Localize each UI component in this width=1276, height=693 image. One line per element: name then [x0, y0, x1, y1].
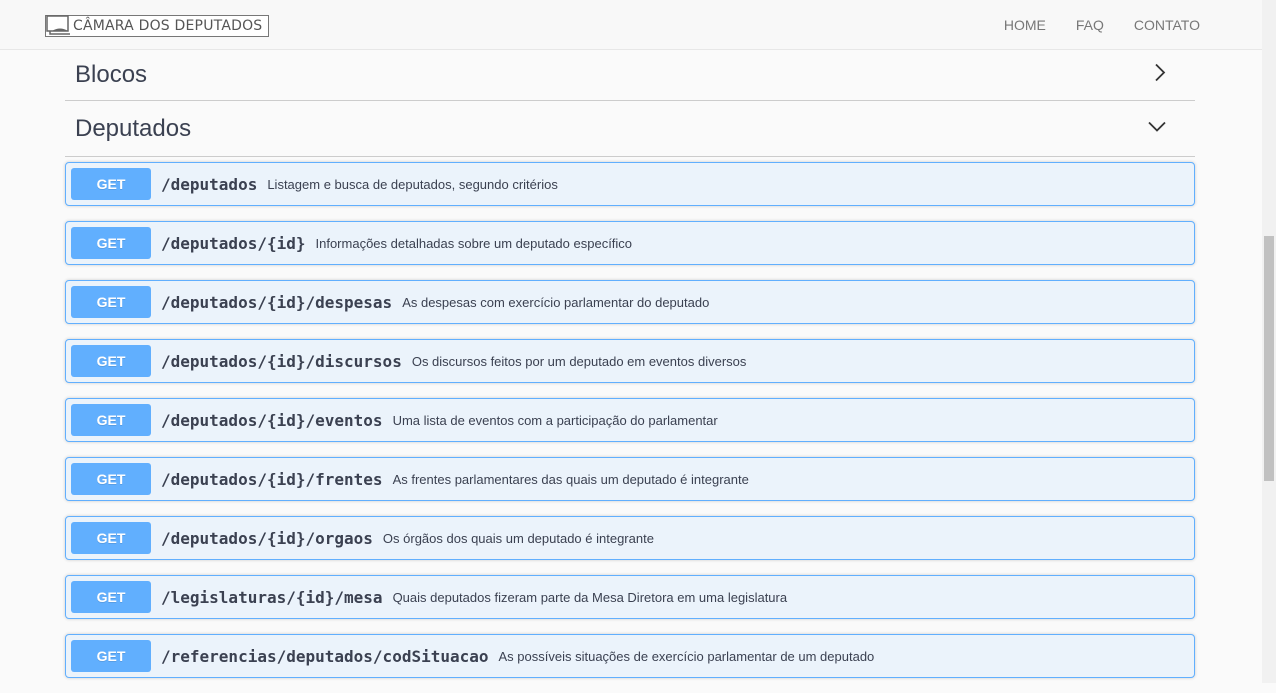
operation-row[interactable]: GET /deputados/{id}/discursos Os discurs…	[65, 339, 1195, 383]
operations-list: GET /deputados Listagem e busca de deput…	[65, 162, 1195, 678]
operation-description: Uma lista de eventos com a participação …	[392, 412, 718, 428]
operation-row[interactable]: GET /legislaturas/{id}/mesa Quais deputa…	[65, 575, 1195, 619]
operation-description: As despesas com exercício parlamentar do…	[402, 294, 710, 310]
operation-description: Os discursos feitos por um deputado em e…	[411, 353, 747, 369]
method-badge: GET	[71, 581, 151, 613]
operation-description: Informações detalhadas sobre um deputado…	[315, 235, 633, 251]
brand-text: CÂMARA DOS DEPUTADOS	[73, 18, 263, 34]
api-docs-main: Blocos Deputados GET /deputados Listagem…	[65, 50, 1195, 693]
operation-row[interactable]: GET /referencias/deputados/codSituacao A…	[65, 634, 1195, 678]
method-badge: GET	[71, 640, 151, 672]
operation-path: /deputados/{id}/despesas	[161, 292, 393, 312]
operation-row[interactable]: GET /deputados/{id}/despesas As despesas…	[65, 280, 1195, 324]
operation-path: /deputados/{id}	[161, 233, 306, 253]
nav-home-link[interactable]: HOME	[1004, 17, 1046, 33]
scrollbar-thumb[interactable]	[1264, 236, 1274, 481]
operation-row[interactable]: GET /deputados/{id} Informações detalhad…	[65, 221, 1195, 265]
section-blocos-header[interactable]: Blocos	[65, 50, 1195, 101]
method-badge: GET	[71, 168, 151, 200]
chevron-right-icon	[1153, 63, 1167, 88]
brand-logo-link[interactable]: CÂMARA DOS DEPUTADOS	[45, 15, 269, 37]
method-badge: GET	[71, 522, 151, 554]
top-navbar: CÂMARA DOS DEPUTADOS HOME FAQ CONTATO	[0, 0, 1262, 50]
nav-contato-link[interactable]: CONTATO	[1134, 17, 1200, 33]
operation-path: /deputados/{id}/eventos	[161, 410, 383, 430]
operation-description: Os órgãos dos quais um deputado é integr…	[382, 530, 654, 546]
operation-path: /referencias/deputados/codSituacao	[161, 646, 489, 666]
operation-path: /deputados	[161, 174, 258, 194]
section-title: Deputados	[75, 114, 192, 142]
section-title: Blocos	[75, 61, 148, 88]
operation-path: /legislaturas/{id}/mesa	[161, 587, 383, 607]
nav-faq-link[interactable]: FAQ	[1076, 17, 1104, 33]
chevron-down-icon	[1147, 119, 1167, 138]
main-nav: HOME FAQ CONTATO	[1004, 17, 1200, 33]
operation-row[interactable]: GET /deputados Listagem e busca de deput…	[65, 162, 1195, 206]
method-badge: GET	[71, 227, 151, 259]
operation-row[interactable]: GET /deputados/{id}/orgaos Os órgãos dos…	[65, 516, 1195, 560]
operation-description: Listagem e busca de deputados, segundo c…	[267, 176, 558, 192]
operation-row[interactable]: GET /deputados/{id}/frentes As frentes p…	[65, 457, 1195, 501]
operation-description: As possíveis situações de exercício parl…	[498, 648, 875, 664]
operation-path: /deputados/{id}/orgaos	[161, 528, 373, 548]
operation-description: Quais deputados fizeram parte da Mesa Di…	[392, 589, 788, 605]
operation-path: /deputados/{id}/frentes	[161, 469, 383, 489]
camara-logo-icon	[46, 15, 72, 37]
section-deputados-header[interactable]: Deputados	[65, 101, 1195, 157]
operation-row[interactable]: GET /deputados/{id}/eventos Uma lista de…	[65, 398, 1195, 442]
method-badge: GET	[71, 345, 151, 377]
method-badge: GET	[71, 463, 151, 495]
page-scrollbar[interactable]	[1262, 0, 1276, 683]
operation-path: /deputados/{id}/discursos	[161, 351, 402, 371]
method-badge: GET	[71, 404, 151, 436]
operation-description: As frentes parlamentares das quais um de…	[392, 471, 749, 487]
method-badge: GET	[71, 286, 151, 318]
